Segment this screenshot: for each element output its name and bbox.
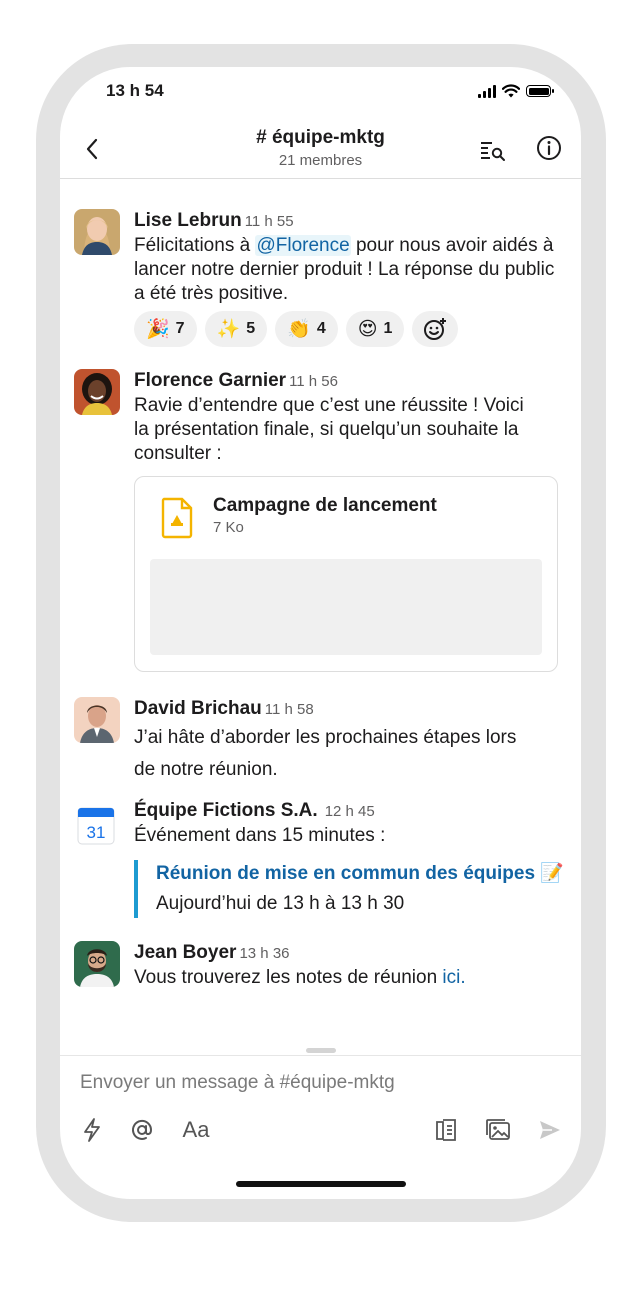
format-text-button[interactable]: Aa	[178, 1116, 214, 1144]
search-list-icon	[481, 142, 505, 161]
add-image-button[interactable]	[484, 1116, 512, 1144]
message-text: Ravie d’entendre que c’est une réussite …	[134, 395, 524, 464]
reaction-heart-eyes[interactable]: 😍 1	[345, 311, 405, 347]
status-bar: 13 h 54	[60, 67, 581, 117]
message-body: Lise Lebrun 11 h 55 Félicitations à @Flor…	[134, 209, 564, 347]
avatar[interactable]	[74, 209, 120, 255]
file-size: 7 Ko	[213, 519, 244, 536]
lightning-icon	[84, 1118, 100, 1142]
image-icon	[486, 1119, 510, 1140]
message-body: David Brichau 11 h 58 J’ai hâte d’aborder…	[134, 697, 564, 786]
home-indicator[interactable]	[236, 1181, 406, 1187]
author-name[interactable]: David Brichau	[134, 698, 262, 719]
calendar-app-icon[interactable]: 31	[74, 805, 118, 847]
reaction-count: 4	[316, 320, 326, 337]
channel-header: # équipe-mktg 21 membres	[60, 123, 581, 179]
message-text: Vous trouverez les notes de réunion ici.	[134, 966, 564, 990]
attach-file-button[interactable]	[432, 1116, 460, 1144]
calendar-day: 31	[87, 823, 106, 842]
reaction-emoji: 🎉	[146, 318, 170, 340]
status-time: 13 h 54	[106, 81, 164, 100]
reaction-emoji: 👏	[287, 318, 311, 340]
user-mention[interactable]: @Florence	[255, 235, 351, 256]
message-text-part: Félicitations à	[134, 235, 256, 256]
notes-link[interactable]: ici	[442, 967, 460, 988]
send-button[interactable]	[536, 1116, 564, 1144]
avatar[interactable]	[74, 697, 120, 743]
author-name[interactable]: Équipe Fictions S.A.	[134, 800, 318, 821]
mention-icon	[132, 1119, 153, 1140]
composer-drag-handle[interactable]	[306, 1048, 336, 1053]
reactions-bar: 🎉 7 ✨ 5 👏 4 😍 1	[134, 311, 564, 347]
message-text-part: Vous trouverez les notes de réunion	[134, 967, 443, 988]
author-name[interactable]: Florence Garnier	[134, 370, 286, 391]
message-header: Jean Boyer 13 h 36	[134, 941, 564, 966]
message-time[interactable]: 11 h 55	[245, 213, 294, 230]
add-reaction-icon	[424, 318, 447, 340]
memo-emoji: 📝	[540, 863, 564, 884]
event-attachment: Réunion de mise en commun des équipes 📝 …	[134, 860, 564, 918]
reaction-party[interactable]: 🎉 7	[134, 311, 197, 347]
author-name[interactable]: Jean Boyer	[134, 942, 236, 963]
reaction-emoji: ✨	[216, 318, 241, 340]
phone-screen: 13 h 54 # équipe-mktg 21 membres Lise Le…	[60, 67, 581, 1199]
message-time[interactable]: 12 h 45	[325, 803, 375, 820]
reaction-count: 7	[175, 320, 185, 337]
status-icons	[478, 84, 554, 98]
message-time[interactable]: 13 h 36	[239, 945, 289, 962]
event-title-text[interactable]: Réunion de mise en commun des équipes	[156, 863, 535, 884]
reaction-count: 5	[246, 320, 256, 337]
add-reaction-button[interactable]	[412, 311, 459, 347]
reaction-clap[interactable]: 👏 4	[275, 311, 338, 347]
event-time: Aujourd’hui de 13 h à 13 h 30	[156, 893, 405, 914]
mention-button[interactable]	[128, 1116, 156, 1144]
message-time[interactable]: 11 h 58	[265, 701, 314, 718]
file-name[interactable]: Campagne de lancement	[213, 495, 437, 517]
message-text: Événement dans 15 minutes :	[134, 825, 386, 846]
file-attachment-card[interactable]: Campagne de lancement 7 Ko	[134, 476, 558, 672]
reaction-sparkles[interactable]: ✨ 5	[204, 311, 268, 347]
author-name[interactable]: Lise Lebrun	[134, 210, 242, 231]
event-title[interactable]: Réunion de mise en commun des équipes 📝	[156, 860, 564, 888]
message-body: Équipe Fictions S.A. 12 h 45 Événement da…	[134, 799, 564, 918]
file-preview[interactable]	[150, 559, 542, 655]
message-header: Équipe Fictions S.A. 12 h 45	[134, 799, 564, 824]
shortcuts-button[interactable]	[78, 1116, 106, 1144]
message-header: Florence Garnier 11 h 56	[134, 369, 564, 394]
reaction-count: 1	[383, 320, 393, 337]
message-time[interactable]: 11 h 56	[289, 373, 338, 390]
battery-icon	[526, 85, 554, 97]
format-text-icon: Aa	[182, 1117, 210, 1142]
google-slides-file-icon	[161, 497, 193, 544]
info-icon	[537, 136, 561, 160]
channel-info-button[interactable]	[534, 133, 564, 163]
message-header: Lise Lebrun 11 h 55	[134, 209, 564, 234]
message-input[interactable]	[80, 1072, 540, 1094]
message-body: Florence Garnier 11 h 56 Ravie d’entendre…	[134, 369, 564, 672]
message-composer: Aa	[60, 1048, 581, 1199]
avatar[interactable]	[74, 941, 120, 987]
message-header: David Brichau 11 h 58	[134, 697, 564, 722]
send-icon	[540, 1121, 560, 1139]
avatar[interactable]	[74, 369, 120, 415]
reaction-emoji: 😍	[357, 318, 378, 340]
message-text-part: .	[460, 967, 466, 988]
message-text: Félicitations à @Florence pour nous avoi…	[134, 234, 564, 306]
search-channel-button[interactable]	[477, 135, 507, 165]
cellular-signal-icon	[478, 84, 496, 98]
attach-file-icon	[436, 1119, 456, 1141]
message-body: Jean Boyer 13 h 36 Vous trouverez les not…	[134, 941, 564, 990]
wifi-icon	[502, 84, 520, 98]
message-text: J’ai hâte d’aborder les prochaines étape…	[134, 727, 517, 780]
